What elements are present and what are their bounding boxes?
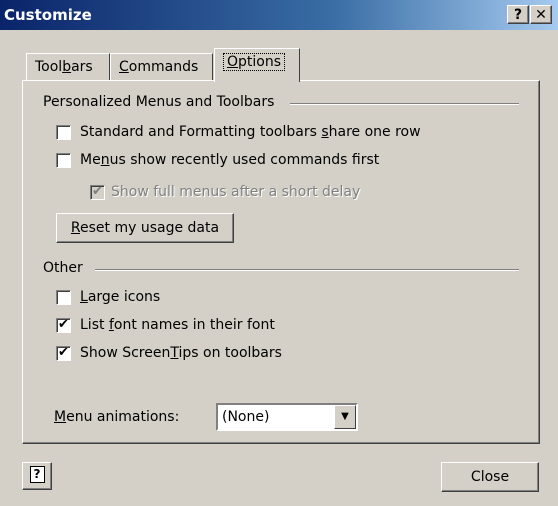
close-icon: ✕ (535, 7, 547, 23)
screentips-checkbox[interactable]: ✔ (56, 345, 71, 361)
reset-usage-data-button[interactable]: Reset my usage data (56, 213, 234, 243)
tab-toolbars[interactable]: Toolbars (26, 53, 110, 80)
checkmark-icon: ✔ (92, 184, 103, 199)
chevron-down-icon[interactable]: ▼ (334, 405, 356, 429)
screentips-label[interactable]: Show ScreenTips on toolbars (80, 345, 282, 361)
full-menus-delay-label: Show full menus after a short delay (111, 184, 361, 200)
group-label-other: Other (43, 260, 83, 276)
tab-commands[interactable]: Commands (110, 53, 213, 80)
checkmark-icon: ✔ (58, 317, 69, 332)
menu-animations-value: (None) (222, 409, 270, 425)
checkmark-icon: ✔ (58, 345, 69, 360)
font-names-checkbox[interactable]: ✔ (56, 317, 71, 333)
recent-commands-label[interactable]: Menus show recently used commands first (80, 152, 379, 168)
share-row-checkbox[interactable] (56, 125, 71, 140)
recent-commands-checkbox[interactable] (56, 153, 71, 168)
menu-animations-select[interactable]: (None) ▼ (216, 403, 358, 431)
share-row-label[interactable]: Standard and Formatting toolbars share o… (80, 124, 421, 140)
group-label-personalized: Personalized Menus and Toolbars (43, 94, 275, 110)
font-names-label[interactable]: List font names in their font (80, 317, 275, 333)
tab-options-label: Options (223, 53, 286, 71)
help-icon: ? (29, 466, 45, 483)
group-divider (290, 103, 519, 105)
close-window-button[interactable]: ✕ (530, 5, 552, 24)
large-icons-label[interactable]: Large icons (80, 289, 160, 305)
menu-animations-label: Menu animations: (54, 409, 180, 425)
group-divider (95, 269, 519, 271)
large-icons-checkbox[interactable] (56, 290, 71, 305)
title-bar: Customize ? ✕ (0, 0, 558, 30)
window-title: Customize (4, 6, 92, 24)
question-mark-icon: ? (513, 7, 523, 23)
close-button[interactable]: Close (441, 462, 539, 492)
help-icon-button[interactable]: ? (22, 462, 52, 490)
help-button[interactable]: ? (507, 5, 529, 24)
tab-options[interactable]: Options (214, 48, 300, 82)
full-menus-delay-checkbox[interactable]: ✔ (90, 184, 105, 200)
